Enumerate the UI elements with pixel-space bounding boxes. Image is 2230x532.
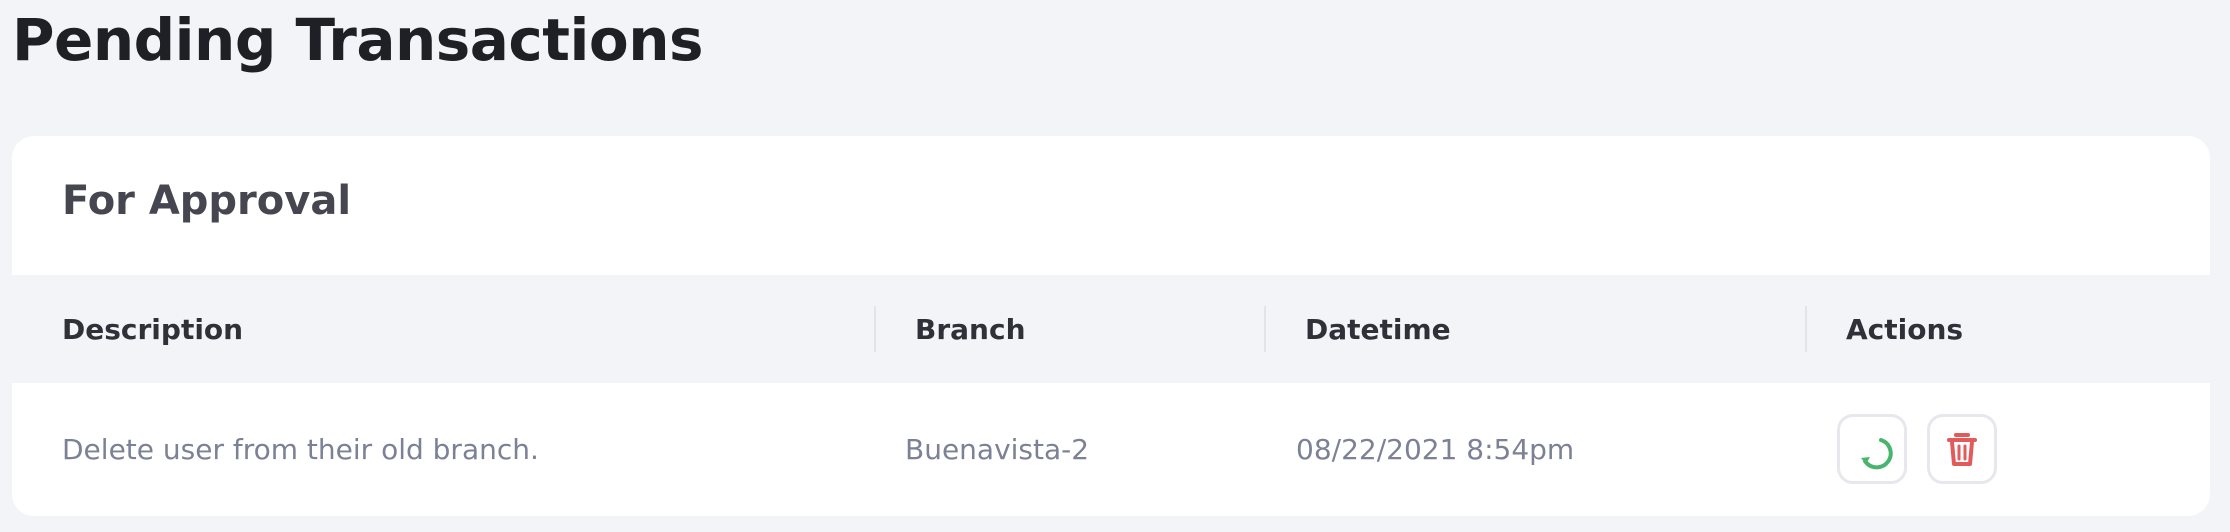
page-title: Pending Transactions <box>12 6 704 74</box>
retry-button[interactable] <box>1837 414 1907 484</box>
delete-button[interactable] <box>1927 414 1997 484</box>
table-body: Delete user from their old branch. Buena… <box>12 383 2210 516</box>
trash-icon <box>1942 428 1982 470</box>
approval-card: For Approval Description Branch Datetime… <box>12 136 2210 516</box>
refresh-icon <box>1851 428 1893 470</box>
description-cell: Delete user from their old branch. <box>62 433 539 466</box>
column-header-datetime: Datetime <box>1305 312 1451 346</box>
datetime-cell: 08/22/2021 8:54pm <box>1296 433 1575 466</box>
column-header-description: Description <box>62 312 244 346</box>
column-divider <box>874 306 876 352</box>
column-divider <box>1805 306 1807 352</box>
card-title: For Approval <box>62 178 352 224</box>
table-header: Description Branch Datetime Actions <box>12 275 2210 383</box>
branch-cell: Buenavista-2 <box>905 433 1090 466</box>
pending-transactions-page: Pending Transactions For Approval Descri… <box>0 0 2230 532</box>
column-divider <box>1264 306 1266 352</box>
column-header-actions: Actions <box>1846 312 1964 346</box>
column-header-branch: Branch <box>915 312 1026 346</box>
